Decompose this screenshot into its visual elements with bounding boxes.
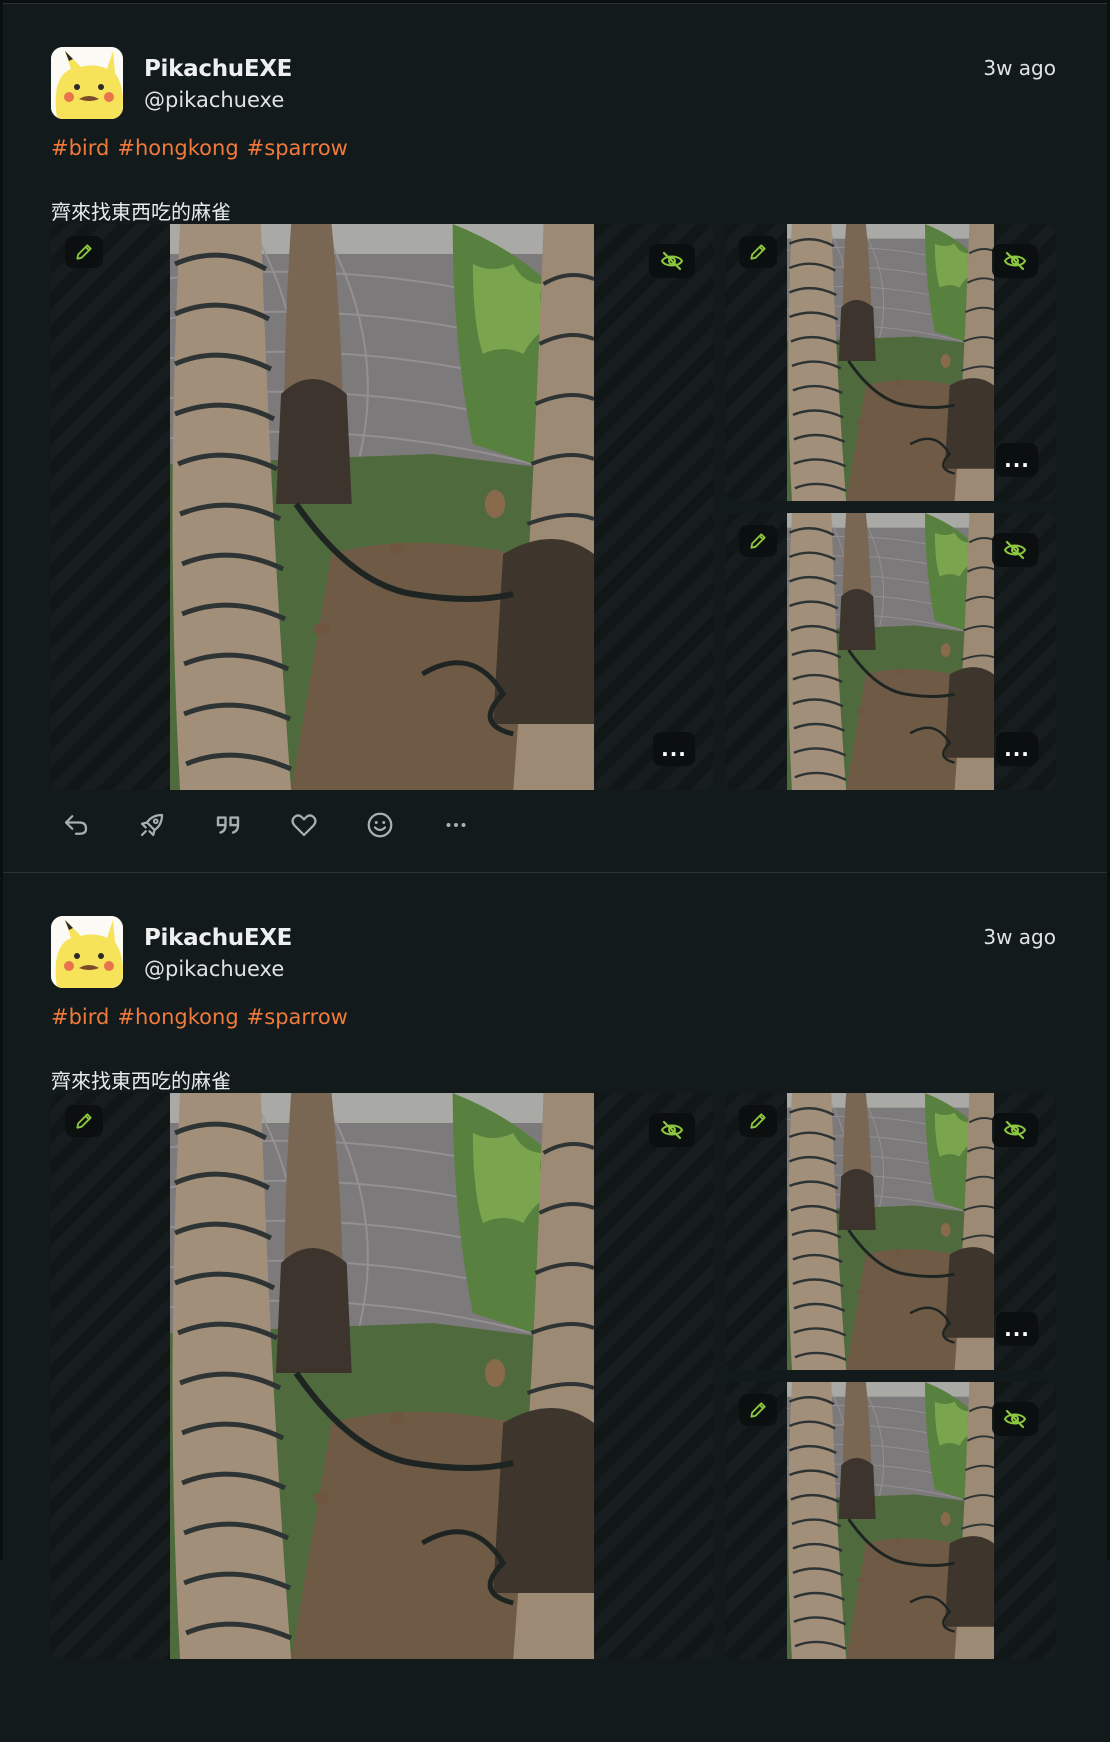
pencil-icon (74, 1111, 94, 1131)
quote-icon (216, 816, 240, 834)
eye-off-icon (660, 1118, 684, 1142)
eye-off-icon (1003, 249, 1027, 273)
pencil-icon (74, 242, 94, 262)
photo[interactable] (170, 224, 594, 790)
status-post[interactable]: PikachuEXE @pikachuexe 3w ago #bird #hon… (3, 872, 1107, 1742)
action-bar (61, 808, 517, 842)
reply-icon (64, 815, 88, 835)
hashtag-link[interactable]: #hongkong (117, 136, 238, 160)
hashtag-link[interactable]: #bird (51, 1005, 109, 1029)
hide-media-button[interactable] (649, 244, 695, 278)
hashtag-link[interactable]: #hongkong (117, 1005, 238, 1029)
alt-text-badge[interactable] (739, 236, 777, 268)
emoji-reaction-button[interactable] (365, 808, 441, 842)
media-attachment[interactable] (725, 1382, 1056, 1659)
status-post[interactable]: PikachuEXE @pikachuexe 3w ago #bird #hon… (3, 3, 1107, 873)
account-handle[interactable]: @pikachuexe (144, 957, 284, 981)
alt-text-badge[interactable] (739, 525, 777, 557)
alt-text-badge[interactable] (65, 236, 103, 268)
hide-media-button[interactable] (992, 244, 1038, 278)
photo[interactable] (787, 1093, 994, 1370)
avatar[interactable] (51, 916, 123, 988)
reply-button[interactable] (61, 808, 137, 842)
eye-off-icon (1003, 538, 1027, 562)
media-attachment[interactable] (51, 1093, 713, 1659)
status-text: 齊來找東西吃的麻雀 (51, 200, 231, 224)
eye-off-icon (1003, 1407, 1027, 1431)
emoji-reaction-icon (367, 812, 393, 838)
photo[interactable] (787, 1382, 994, 1659)
favourite-button[interactable] (289, 808, 365, 842)
hashtag-link[interactable]: #bird (51, 136, 109, 160)
hide-media-button[interactable] (649, 1113, 695, 1147)
boost-button[interactable] (137, 808, 213, 842)
status-text: 齊來找東西吃的麻雀 (51, 1069, 231, 1093)
more-icon (446, 823, 466, 827)
pencil-icon (748, 1400, 768, 1420)
pencil-icon (748, 242, 768, 262)
eye-off-icon (660, 249, 684, 273)
hide-media-button[interactable] (992, 1402, 1038, 1436)
hide-media-button[interactable] (992, 533, 1038, 567)
media-attachment[interactable]: ... (725, 1093, 1056, 1370)
account-handle[interactable]: @pikachuexe (144, 88, 284, 112)
photo[interactable] (170, 1093, 594, 1659)
hashtag-list: #bird #hongkong #sparrow (51, 1005, 348, 1029)
timestamp[interactable]: 3w ago (983, 56, 1056, 80)
pencil-icon (748, 531, 768, 551)
hashtag-list: #bird #hongkong #sparrow (51, 136, 348, 160)
media-attachment[interactable]: ... (51, 224, 713, 790)
hashtag-link[interactable]: #sparrow (247, 136, 348, 160)
timestamp[interactable]: 3w ago (983, 925, 1056, 949)
boost-icon (140, 813, 164, 837)
media-more-button[interactable]: ... (653, 732, 695, 766)
media-more-button[interactable]: ... (996, 1312, 1038, 1346)
hashtag-link[interactable]: #sparrow (247, 1005, 348, 1029)
more-button[interactable] (441, 808, 517, 842)
display-name[interactable]: PikachuEXE (144, 925, 292, 951)
alt-text-badge[interactable] (65, 1105, 103, 1137)
eye-off-icon (1003, 1118, 1027, 1142)
alt-text-badge[interactable] (739, 1105, 777, 1137)
avatar[interactable] (51, 47, 123, 119)
quote-button[interactable] (213, 808, 289, 842)
favourite-icon (291, 814, 317, 837)
media-more-button[interactable]: ... (996, 443, 1038, 477)
media-attachment[interactable]: ... (725, 513, 1056, 790)
pencil-icon (748, 1111, 768, 1131)
media-more-button[interactable]: ... (996, 732, 1038, 766)
media-attachment[interactable]: ... (725, 224, 1056, 501)
hide-media-button[interactable] (992, 1113, 1038, 1147)
photo[interactable] (787, 224, 994, 501)
photo[interactable] (787, 513, 994, 790)
display-name[interactable]: PikachuEXE (144, 56, 292, 82)
alt-text-badge[interactable] (739, 1394, 777, 1426)
